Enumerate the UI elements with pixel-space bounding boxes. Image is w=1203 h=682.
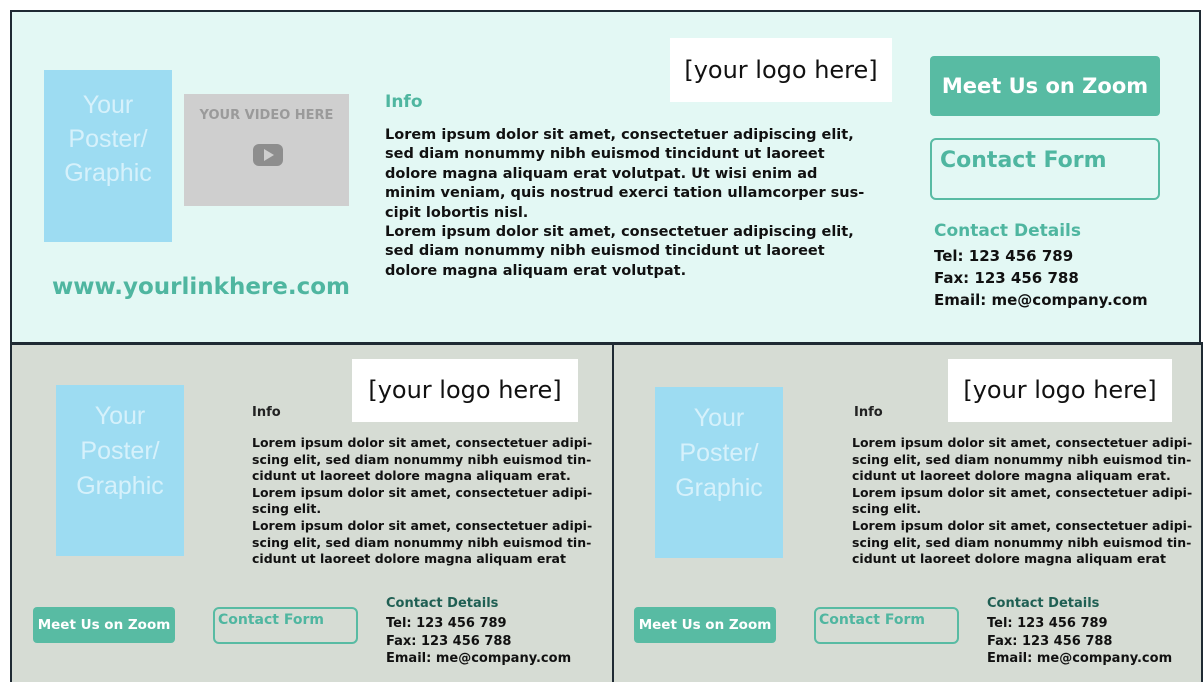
info-title: Info bbox=[385, 92, 423, 112]
poster-line: Your bbox=[82, 91, 134, 119]
website-link[interactable]: www.yourlinkhere.com bbox=[52, 274, 350, 300]
info-line: Lorem ipsum dolor sit amet, consectetuer… bbox=[852, 435, 1193, 450]
contact-details-title: Contact Details bbox=[386, 596, 499, 611]
contact-form-button[interactable]: Contact Form bbox=[814, 607, 959, 644]
info-line: cidunt ut laoreet dolore magna aliquam e… bbox=[852, 468, 1171, 484]
contact-details: Tel: 123 456 789 Fax: 123 456 788 Email:… bbox=[386, 615, 571, 668]
poster-line: Poster/ bbox=[679, 439, 759, 467]
contact-form-button[interactable]: Contact Form bbox=[213, 607, 358, 644]
bottom-left-banner: Your Poster/ Graphic [your logo here] In… bbox=[10, 342, 614, 682]
info-body: Lorem ipsum dolor sit amet, consectetuer… bbox=[252, 435, 612, 568]
video-placeholder[interactable]: YOUR VIDEO HERE bbox=[184, 94, 349, 206]
info-line: scing elit. bbox=[252, 501, 322, 517]
poster-line: Graphic bbox=[64, 159, 152, 187]
info-body: Lorem ipsum dolor sit amet, consectetuer… bbox=[852, 435, 1202, 568]
email[interactable]: Email: me@company.com bbox=[987, 650, 1172, 668]
poster-line: Poster/ bbox=[80, 437, 160, 465]
contact-details-title: Contact Details bbox=[934, 221, 1081, 241]
contact-details-title: Contact Details bbox=[987, 596, 1100, 611]
info-line: scing elit, sed diam nonummy nibh euismo… bbox=[852, 534, 1192, 550]
bottom-right-banner: Your Poster/ Graphic [your logo here] In… bbox=[612, 342, 1203, 682]
top-banner: Your Poster/ Graphic YOUR VIDEO HERE www… bbox=[10, 10, 1201, 344]
info-line: sed diam nonummy nibh euismod tincidunt … bbox=[385, 243, 825, 260]
poster-line: Your bbox=[693, 404, 745, 432]
phone: Tel: 123 456 789 bbox=[386, 616, 507, 631]
phone: Tel: 123 456 789 bbox=[934, 247, 1074, 265]
info-line: cidunt ut laoreet dolore magna aliquam e… bbox=[252, 468, 571, 484]
info-line: dolore magna aliquam erat volutpat. bbox=[385, 262, 687, 279]
poster-line: Poster/ bbox=[68, 125, 148, 153]
fax: Fax: 123 456 788 bbox=[386, 633, 512, 649]
info-line: scing elit, sed diam nonummy nibh euismo… bbox=[252, 451, 592, 467]
info-line: minim veniam, quis nostrud exerci tation… bbox=[385, 185, 865, 202]
info-line: Lorem ipsum dolor sit amet, consectetuer… bbox=[852, 517, 1193, 533]
poster-graphic: Your Poster/ Graphic bbox=[56, 385, 184, 556]
meet-zoom-button[interactable]: Meet Us on Zoom bbox=[930, 56, 1160, 116]
info-line: sed diam nonummy nibh euismod tincidunt … bbox=[385, 146, 825, 163]
phone: Tel: 123 456 789 bbox=[987, 616, 1108, 631]
play-icon[interactable] bbox=[253, 144, 283, 166]
meet-zoom-button[interactable]: Meet Us on Zoom bbox=[634, 607, 776, 643]
contact-details: Tel: 123 456 789 Fax: 123 456 788 Email:… bbox=[987, 615, 1172, 668]
info-line: Lorem ipsum dolor sit amet, consectetuer… bbox=[385, 127, 854, 143]
info-line: Lorem ipsum dolor sit amet, consectetuer… bbox=[385, 224, 854, 241]
info-line: cidunt ut laoreet dolore magna aliquam e… bbox=[852, 551, 1166, 567]
logo-placeholder: [your logo here] bbox=[948, 359, 1172, 422]
email[interactable]: Email: me@company.com bbox=[934, 289, 1148, 311]
info-line: Lorem ipsum dolor sit amet, consectetuer… bbox=[852, 484, 1193, 500]
info-title: Info bbox=[854, 405, 883, 420]
meet-zoom-button[interactable]: Meet Us on Zoom bbox=[33, 607, 175, 643]
contact-details: Tel: 123 456 789 Fax: 123 456 788 Email:… bbox=[934, 245, 1148, 311]
email[interactable]: Email: me@company.com bbox=[386, 650, 571, 668]
poster-line: Graphic bbox=[76, 472, 164, 500]
info-title: Info bbox=[252, 405, 281, 420]
fax: Fax: 123 456 788 bbox=[987, 633, 1113, 649]
poster-graphic: Your Poster/ Graphic bbox=[655, 387, 783, 558]
info-line: scing elit, sed diam nonummy nibh euismo… bbox=[852, 451, 1192, 467]
video-label: YOUR VIDEO HERE bbox=[199, 108, 334, 123]
info-line: cidunt ut laoreet dolore magna aliquam e… bbox=[252, 551, 566, 567]
poster-graphic: Your Poster/ Graphic bbox=[44, 70, 172, 242]
info-line: Lorem ipsum dolor sit amet, consectetuer… bbox=[252, 484, 593, 500]
info-line: dolore magna aliquam erat volutpat. Ut w… bbox=[385, 165, 818, 182]
info-line: Lorem ipsum dolor sit amet, consectetuer… bbox=[252, 517, 593, 533]
fax: Fax: 123 456 788 bbox=[934, 269, 1079, 287]
info-line: scing elit, sed diam nonummy nibh euismo… bbox=[252, 534, 592, 550]
info-body: Lorem ipsum dolor sit amet, consectetuer… bbox=[385, 126, 895, 281]
contact-form-button[interactable]: Contact Form bbox=[930, 138, 1160, 200]
info-line: scing elit. bbox=[852, 501, 922, 517]
logo-placeholder: [your logo here] bbox=[352, 359, 578, 422]
info-line: cipit lobortis nisl. bbox=[385, 204, 529, 221]
logo-placeholder: [your logo here] bbox=[670, 38, 892, 102]
poster-line: Your bbox=[94, 402, 146, 430]
info-line: Lorem ipsum dolor sit amet, consectetuer… bbox=[252, 435, 593, 450]
poster-line: Graphic bbox=[675, 474, 763, 502]
